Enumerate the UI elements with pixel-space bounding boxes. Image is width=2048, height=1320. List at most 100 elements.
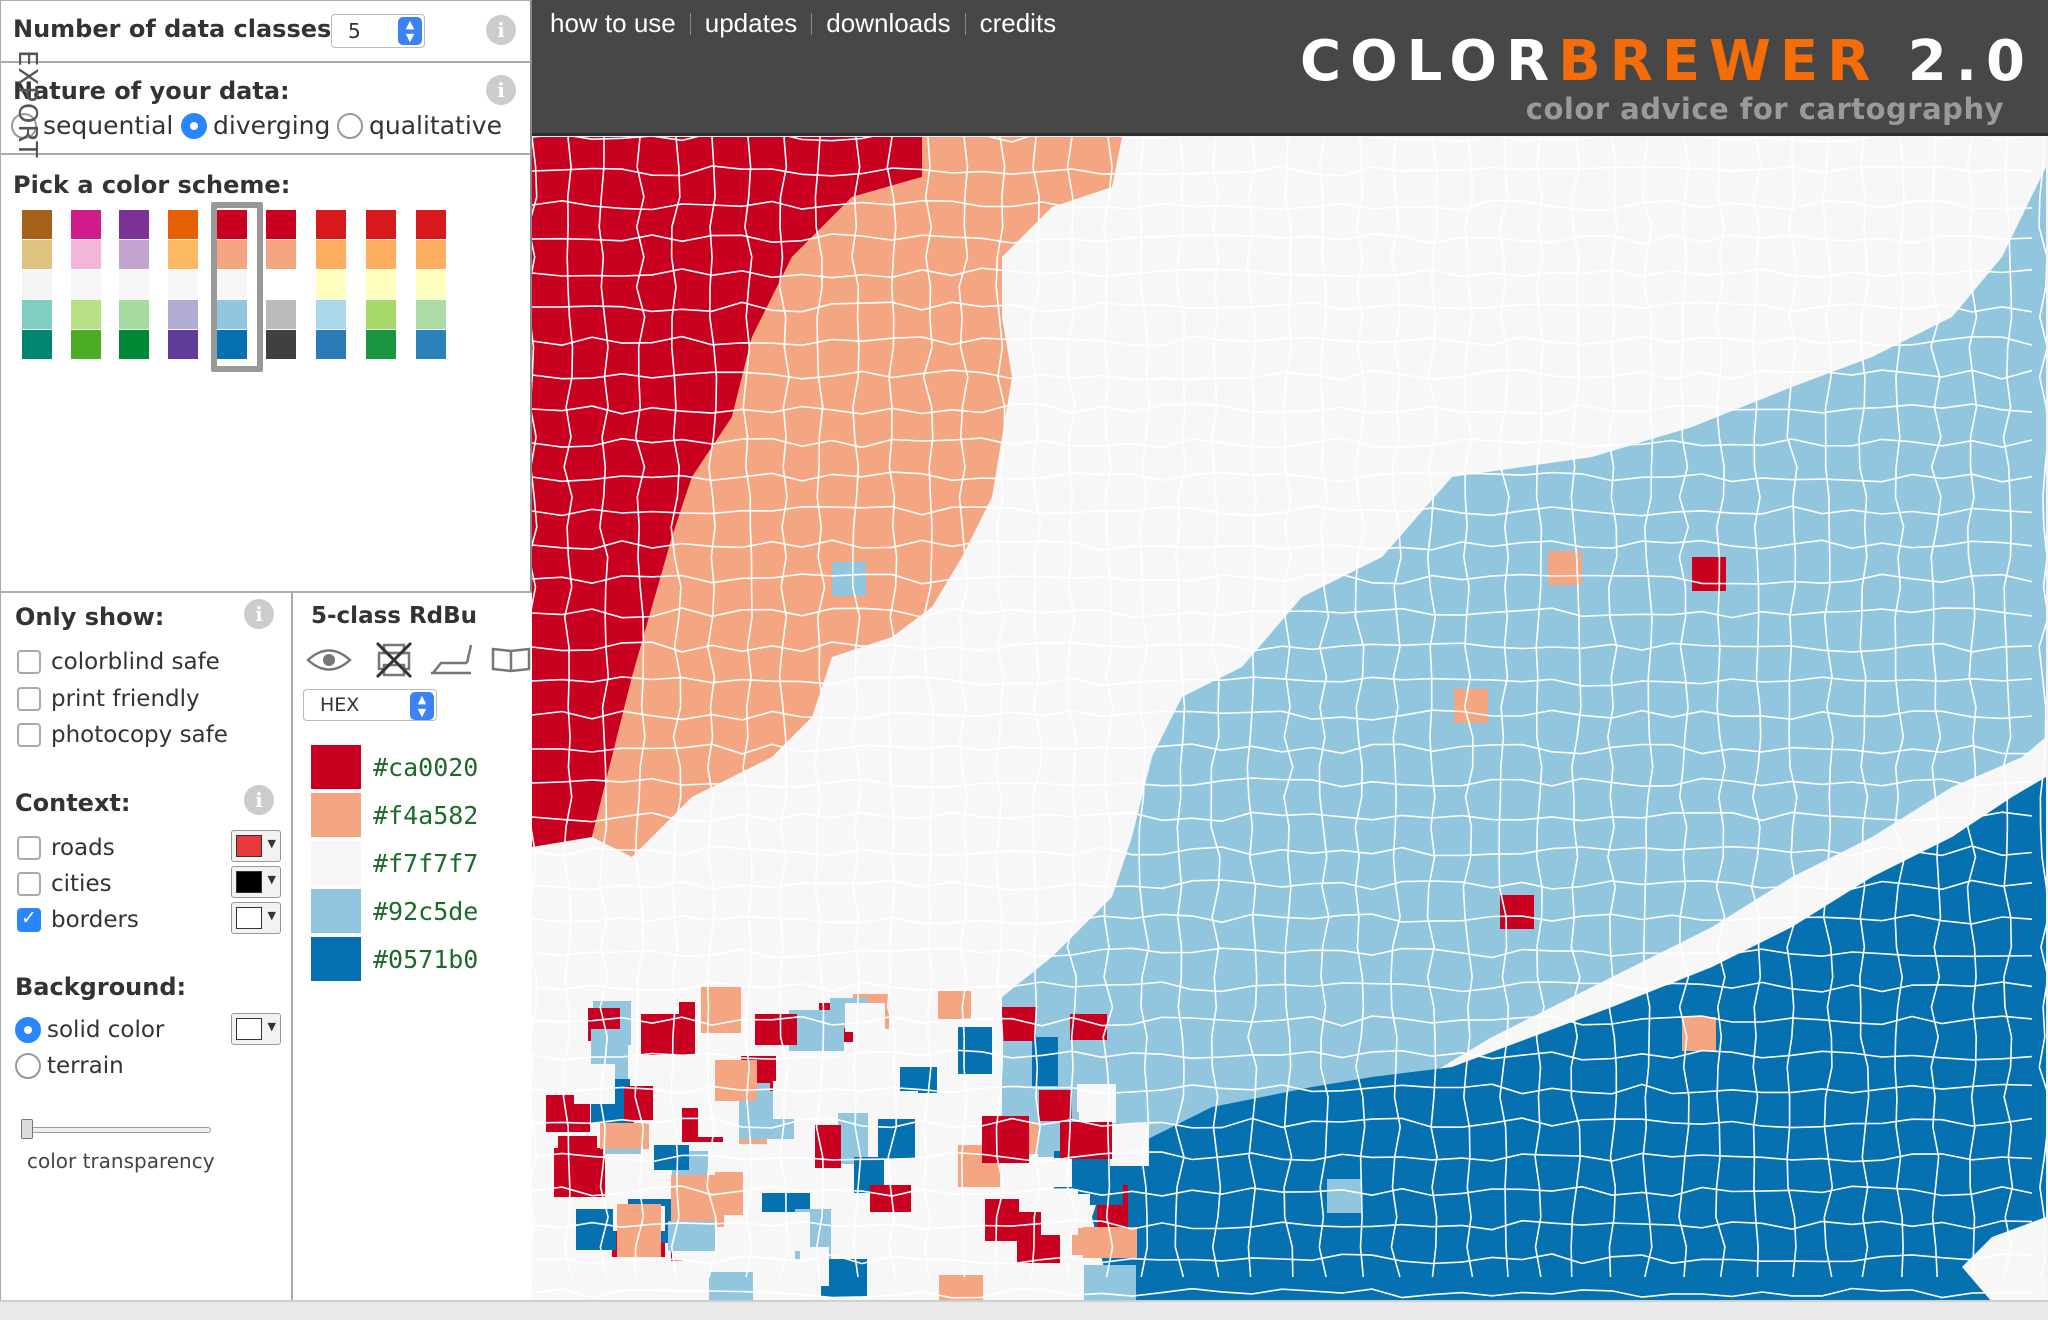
legend-swatch [311,889,361,933]
borders-color-picker[interactable]: ▼ [231,902,281,934]
background-label: Background: [15,973,187,1001]
radio-button[interactable] [15,1017,41,1043]
legend-swatch [311,937,361,981]
scheme-color-cell [168,270,198,299]
nav-credits[interactable]: credits [972,8,1065,39]
checkbox[interactable] [17,650,41,674]
info-icon[interactable]: i [486,15,516,45]
radio-button[interactable] [181,112,207,139]
info-icon[interactable]: i [244,785,274,815]
scheme-color-cell [71,330,101,359]
hex-value[interactable]: #f4a582 [373,801,478,830]
eye-icon[interactable] [305,645,353,675]
context-cities[interactable]: cities [17,871,112,897]
brand-part: COLOR [1299,29,1559,94]
checkbox[interactable] [17,687,41,711]
radio-button[interactable] [337,112,363,139]
scheme-color-cell [416,210,446,239]
color-scheme-option[interactable] [416,210,450,360]
bottom-scrollbar[interactable] [0,1300,2048,1320]
scheme-color-cell [316,300,346,329]
context-borders[interactable]: borders [17,907,139,933]
radio-qualitative[interactable]: qualitative [337,111,502,140]
scheme-color-cell [22,210,52,239]
legend-row: #92c5de [311,889,478,933]
class-count-select[interactable]: 5 ▲ ▼ [331,14,425,48]
checkbox-label: borders [51,907,139,933]
hex-value[interactable]: #0571b0 [373,945,478,974]
scheme-color-cell [366,270,396,299]
county-cell [1092,627,1126,661]
nature-label: Nature of your data: [13,77,290,105]
nav-separator [689,12,691,35]
county-cell [845,1003,885,1032]
brand-part: 2.0 [1879,29,2034,94]
transparency-slider-handle[interactable] [21,1119,33,1139]
filter-photocopy[interactable]: photocopy safe [17,722,228,748]
transparency-slider-track[interactable] [23,1127,211,1133]
info-icon[interactable]: i [244,599,274,629]
cities-color-picker[interactable]: ▼ [231,866,281,898]
color-scheme-option[interactable] [217,210,251,360]
county-map[interactable] [532,137,2046,1302]
no-print-icon[interactable] [373,639,415,679]
scheme-color-cell [266,300,296,329]
hex-value[interactable]: #f7f7f7 [373,849,478,878]
nav-updates[interactable]: updates [697,8,806,39]
county-cell [985,1199,1019,1241]
color-scheme-option[interactable] [266,210,300,360]
scheme-color-cell [217,210,247,239]
spinner-arrows-icon[interactable]: ▲ ▼ [410,692,434,720]
brand-title: COLORBREWER 2.0 [1300,34,2034,90]
checkbox-label: cities [51,871,112,897]
info-icon[interactable]: i [486,75,516,105]
format-select[interactable]: HEX ▲ ▼ [303,689,437,721]
county-cell [1692,557,1726,591]
county-cell [1682,1017,1716,1051]
checkbox[interactable] [17,723,41,747]
color-scheme-option[interactable] [366,210,400,360]
filter-colorblind[interactable]: colorblind safe [17,649,220,675]
filter-print[interactable]: print friendly [17,686,200,712]
roads-color-picker[interactable]: ▼ [231,830,281,862]
photocopy-icon[interactable] [427,641,475,679]
checkbox[interactable] [17,907,41,932]
checkbox-label: roads [51,835,115,861]
scheme-color-cell [316,240,346,269]
background-terrain[interactable]: terrain [15,1053,124,1079]
scheme-color-cell [22,240,52,269]
radio-diverging[interactable]: diverging [181,111,330,140]
scheme-color-cell [71,270,101,299]
color-scheme-option[interactable] [168,210,202,360]
lcd-icon[interactable] [489,645,533,675]
map-canvas[interactable] [532,137,2046,1302]
context-roads[interactable]: roads [17,835,115,861]
scheme-color-cell [119,270,149,299]
spinner-arrows-icon[interactable]: ▲ ▼ [398,17,422,45]
scheme-color-cell [71,210,101,239]
checkbox[interactable] [17,872,41,896]
hex-value[interactable]: #92c5de [373,897,478,926]
checkbox[interactable] [17,836,41,860]
background-color-picker[interactable]: ▼ [231,1013,281,1045]
dropdown-arrow-icon: ▼ [267,1020,276,1033]
radio-label: sequential [43,111,174,140]
color-scheme-option[interactable] [22,210,56,360]
background-solid[interactable]: solid color [15,1017,164,1043]
top-nav: how to use updates downloads credits [542,8,1064,39]
scheme-color-cell [416,330,446,359]
color-scheme-option[interactable] [119,210,153,360]
color-scheme-option[interactable] [316,210,350,360]
nav-downloads[interactable]: downloads [818,8,958,39]
export-label[interactable]: EXPORT [12,50,42,158]
color-scheme-option[interactable] [71,210,105,360]
scheme-color-cell [266,270,296,299]
brand-logo: COLORBREWER 2.0 color advice for cartogr… [1300,34,2034,127]
hex-value[interactable]: #ca0020 [373,753,478,782]
legend-row: #ca0020 [311,745,478,789]
scheme-color-cell [119,330,149,359]
scheme-color-cell [316,330,346,359]
county-cell [1454,689,1488,723]
radio-button[interactable] [15,1053,41,1079]
nav-how-to-use[interactable]: how to use [542,8,684,39]
